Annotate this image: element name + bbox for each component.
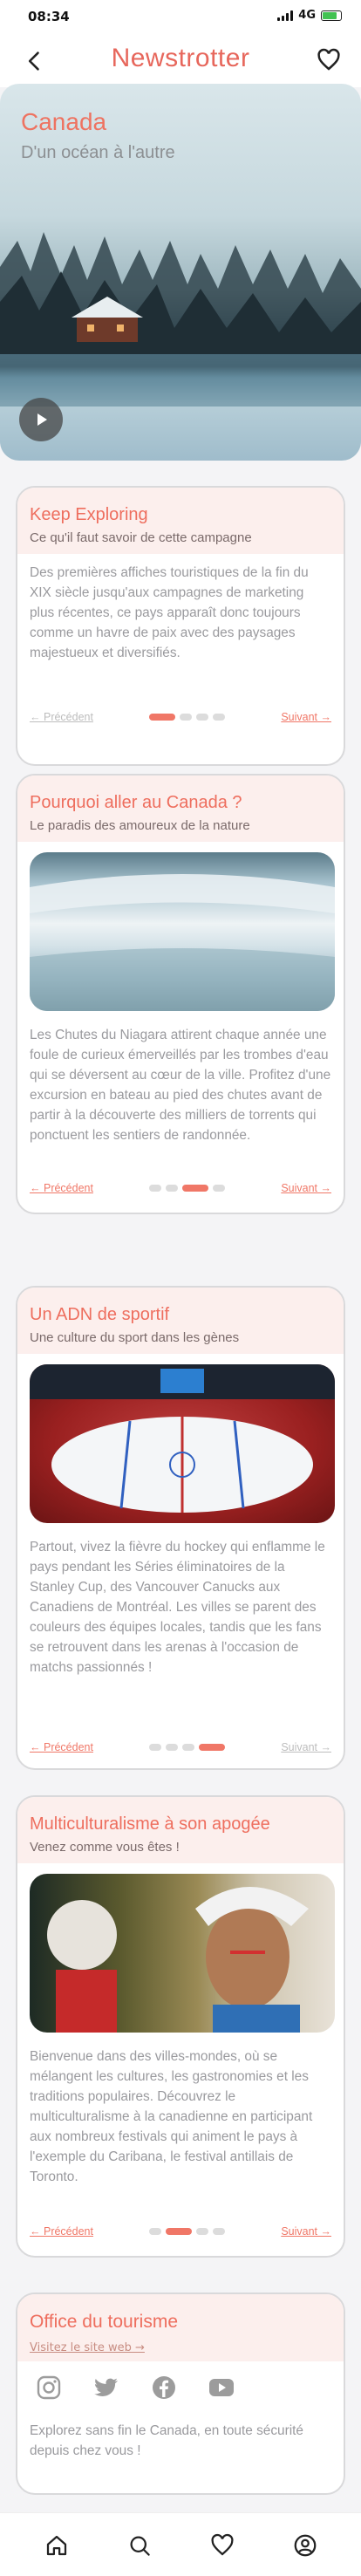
pager-dots [149,714,226,721]
card-office-tourisme: Office du tourisme Visitez le site web →… [16,2292,345,2495]
prev-link[interactable]: ← Précédent [30,1741,93,1753]
card-title: Multiculturalisme à son apogée [30,1814,270,1834]
next-link[interactable]: Suivant → [281,711,331,723]
prev-link[interactable]: ← Précédent [30,711,93,723]
card-pagination: ← Précédent Suivant → [30,1739,331,1756]
bottom-nav [0,2512,361,2576]
prev-link[interactable]: ← Précédent [30,1182,93,1194]
website-link[interactable]: Visitez le site web → [30,2341,331,2354]
pager-dots [149,2228,226,2235]
next-link[interactable]: Suivant → [281,1741,331,1753]
card-pagination: ← Précédent Suivant → [30,1179,331,1197]
battery-icon [321,10,342,21]
card-subtitle: Le paradis des amoureux de la nature [30,818,250,833]
hero-banner: Canada D'un océan à l'autre [0,84,361,461]
play-icon [37,413,47,426]
card-text: Partout, vivez la fièvre du hockey qui e… [30,1540,325,1675]
home-icon[interactable] [44,2532,70,2559]
card-header: Pourquoi aller au Canada ? Le paradis de… [17,776,344,842]
profile-icon[interactable] [292,2532,318,2559]
card-keep-exploring: Keep Exploring Ce qu'il faut savoir de c… [16,486,345,766]
card-pagination: ← Précédent Suivant → [30,2223,331,2240]
prev-link[interactable]: ← Précédent [30,2225,93,2238]
card-text: Bienvenue dans des villes-mondes, où se … [30,2049,313,2184]
card-pourquoi-canada: Pourquoi aller au Canada ? Le paradis de… [16,774,345,1214]
pager-dots [149,1744,226,1751]
play-button[interactable] [19,398,63,441]
card-header: Keep Exploring Ce qu'il faut savoir de c… [17,488,344,554]
card-title: Pourquoi aller au Canada ? [30,793,242,812]
card-text: Les Chutes du Niagara attirent chaque an… [30,1028,331,1143]
app-header: Newstrotter [0,35,361,87]
card-header: Un ADN de sportif Une culture du sport d… [17,1288,344,1354]
card-adn-sportif: Un ADN de sportif Une culture du sport d… [16,1286,345,1770]
card-pagination: ← Précédent Suivant → [30,708,331,726]
network-label: 4G [298,9,316,22]
next-link[interactable]: Suivant → [281,1182,331,1194]
card-header: Office du tourisme Visitez le site web → [17,2294,344,2361]
signal-icon [277,10,294,21]
card-text: Des premières affiches touristiques de l… [30,565,309,660]
pager-dots [149,1185,226,1192]
heart-icon[interactable] [316,47,342,73]
card-subtitle: Venez comme vous êtes ! [30,1840,180,1855]
hero-title: Canada [21,108,107,135]
card-header: Multiculturalisme à son apogée Venez com… [17,1797,344,1863]
youtube-icon[interactable] [208,2374,235,2402]
status-bar: 08:34 4G [0,0,361,35]
forest-lake-image [0,232,361,407]
next-link[interactable]: Suivant → [281,2225,331,2238]
search-icon[interactable] [126,2532,153,2559]
instagram-icon[interactable] [35,2374,63,2402]
app-logo: Newstrotter [111,44,250,72]
status-right: 4G [277,9,342,22]
hockey-arena-image [30,1364,335,1523]
card-title: Un ADN de sportif [30,1305,170,1324]
card-title: Keep Exploring [30,505,148,524]
facebook-icon[interactable] [150,2374,178,2402]
card-subtitle: Ce qu'il faut savoir de cette campagne [30,530,252,545]
card-subtitle: Une culture du sport dans les gènes [30,1330,240,1345]
card-multiculturalisme: Multiculturalisme à son apogée Venez com… [16,1795,345,2258]
status-time: 08:34 [28,9,70,24]
card-title: Office du tourisme [30,2312,179,2332]
office-text: Explorez sans fin le Canada, en toute sé… [30,2423,303,2458]
festival-portrait-image [30,1874,335,2033]
niagara-falls-image [30,852,335,1011]
twitter-icon[interactable] [92,2374,120,2402]
heart-icon[interactable] [209,2532,235,2559]
hero-subtitle: D'un océan à l'autre [21,143,175,162]
social-links [17,2361,344,2402]
